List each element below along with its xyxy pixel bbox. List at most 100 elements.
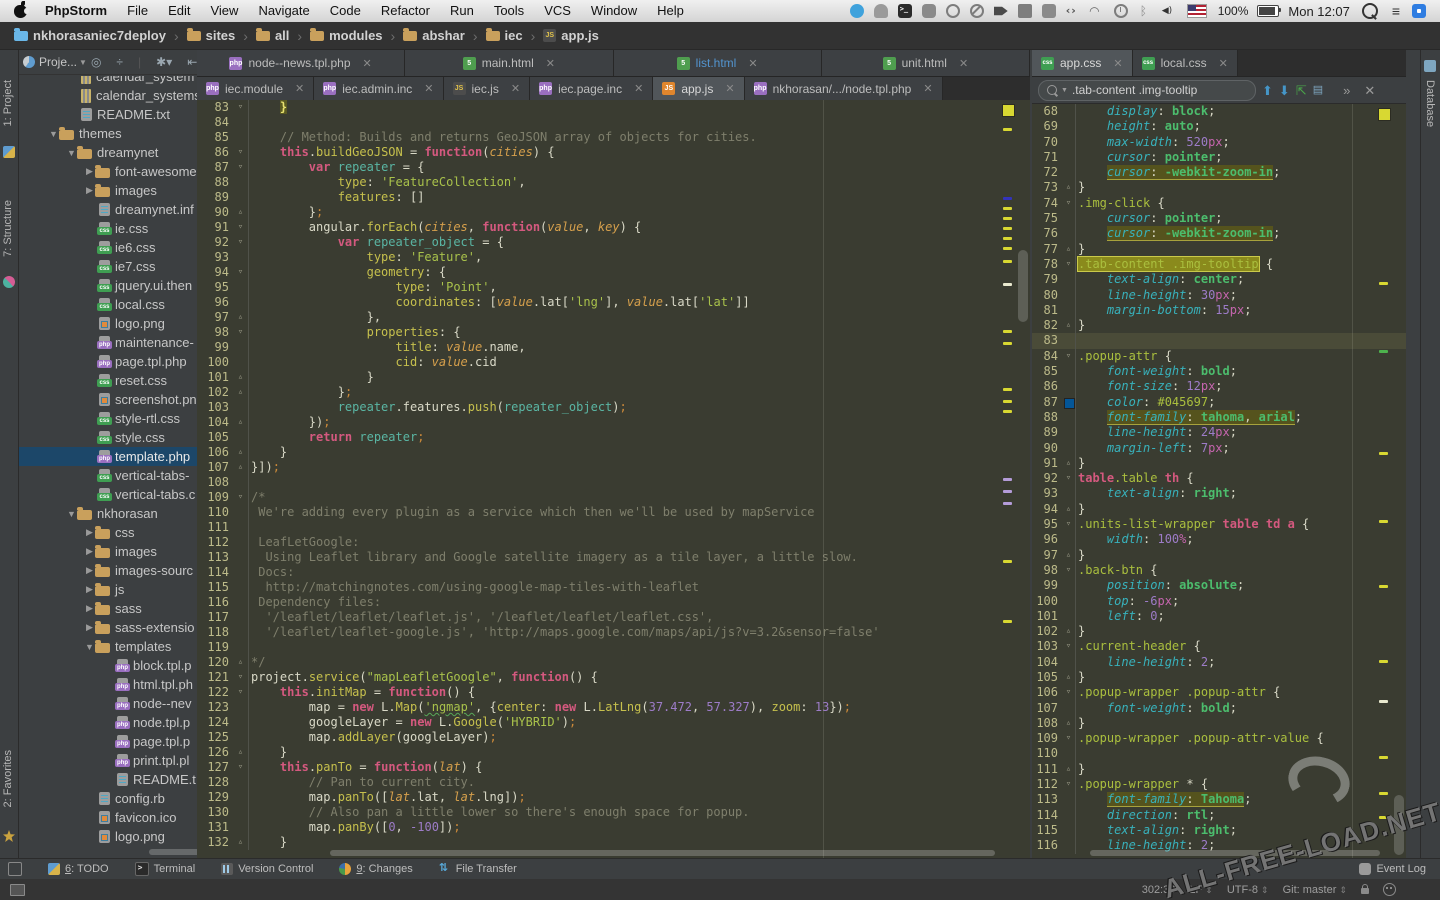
- fold-marker-icon[interactable]: ▿: [1062, 257, 1076, 272]
- tree-expander-icon[interactable]: ▶: [84, 527, 95, 538]
- fold-marker-icon[interactable]: ▿: [1062, 563, 1076, 578]
- fold-marker-icon[interactable]: [1062, 441, 1076, 456]
- bt-icon[interactable]: [1138, 4, 1152, 18]
- tree-item[interactable]: ▼templates: [19, 637, 197, 656]
- apple-menu-icon[interactable]: [14, 5, 27, 18]
- tree-item[interactable]: reset.css: [19, 371, 197, 390]
- tree-item[interactable]: ▶js: [19, 580, 197, 599]
- tree-item[interactable]: node.tpl.p: [19, 713, 197, 732]
- tree-item[interactable]: config.rb: [19, 789, 197, 808]
- fold-marker-icon[interactable]: ▿: [1062, 196, 1076, 211]
- history-icon[interactable]: [1114, 4, 1128, 18]
- fold-marker-icon[interactable]: ▵: [233, 745, 249, 760]
- fold-marker-icon[interactable]: ▵: [233, 445, 249, 460]
- main-code-editor[interactable]: 83▿ }8485 // Method: Builds and returns …: [197, 100, 1030, 858]
- menu-refactor[interactable]: Refactor: [371, 0, 440, 22]
- fold-marker-icon[interactable]: ▿: [233, 325, 249, 340]
- app-menulet-icon[interactable]: [1412, 4, 1426, 18]
- tree-item[interactable]: calendar_systems: [19, 86, 197, 105]
- editor-tab-nkhorasan-...-node.tpl.php[interactable]: nkhorasan/.../node.tpl.php✕: [745, 77, 943, 100]
- close-search-icon[interactable]: ✕: [1364, 84, 1375, 97]
- fold-marker-icon[interactable]: ▿: [1062, 517, 1076, 532]
- fold-marker-icon[interactable]: [1062, 425, 1076, 440]
- fold-marker-icon[interactable]: ▵: [1062, 502, 1076, 517]
- fold-marker-icon[interactable]: [233, 130, 249, 145]
- fold-marker-icon[interactable]: [233, 820, 249, 835]
- evernote-icon[interactable]: [922, 4, 936, 18]
- fold-marker-icon[interactable]: [1062, 272, 1076, 287]
- editor-tab-node--news.tpl.php[interactable]: node--news.tpl.php✕: [197, 50, 405, 76]
- tool-window-button-9-changes[interactable]: 9: Changes: [339, 862, 412, 876]
- fold-marker-icon[interactable]: ▿: [1062, 349, 1076, 364]
- fold-marker-icon[interactable]: [1062, 808, 1076, 823]
- menubar-clock[interactable]: Mon 12:07: [1288, 4, 1349, 19]
- menu-tools[interactable]: Tools: [484, 0, 534, 22]
- inspection-status-icon[interactable]: [1002, 104, 1015, 117]
- fold-marker-icon[interactable]: ▿: [233, 220, 249, 235]
- fold-marker-icon[interactable]: ▵: [1062, 624, 1076, 639]
- editor-tab-unit.html[interactable]: unit.html✕: [822, 50, 1030, 76]
- fold-marker-icon[interactable]: [1062, 410, 1076, 425]
- fold-marker-icon[interactable]: [1062, 395, 1076, 410]
- fold-marker-icon[interactable]: [1062, 288, 1076, 303]
- fold-marker-icon[interactable]: [233, 580, 249, 595]
- breadcrumb-item[interactable]: iec: [482, 28, 527, 43]
- status-monitor-icon[interactable]: [10, 884, 25, 896]
- fold-marker-icon[interactable]: ▿: [233, 265, 249, 280]
- breadcrumb-item[interactable]: all: [252, 28, 293, 43]
- fold-marker-icon[interactable]: [1062, 594, 1076, 609]
- tree-item[interactable]: ▶images: [19, 542, 197, 561]
- tree-item[interactable]: ▶sass-extensio: [19, 618, 197, 637]
- fold-marker-icon[interactable]: ▵: [233, 655, 249, 670]
- find-next-icon[interactable]: ⬇: [1279, 84, 1290, 97]
- fold-marker-icon[interactable]: [1062, 303, 1076, 318]
- event-log-button[interactable]: Event Log: [1359, 863, 1426, 875]
- error-stripe[interactable]: [1002, 100, 1016, 858]
- fold-marker-icon[interactable]: ▿: [233, 490, 249, 505]
- bell-icon[interactable]: [874, 4, 888, 18]
- hide-panel-icon[interactable]: ⇤: [187, 55, 197, 69]
- fold-marker-icon[interactable]: [1062, 226, 1076, 241]
- fold-marker-icon[interactable]: ▿: [1062, 731, 1076, 746]
- fold-marker-icon[interactable]: [1062, 364, 1076, 379]
- fold-marker-icon[interactable]: [233, 805, 249, 820]
- tree-item[interactable]: node--nev: [19, 694, 197, 713]
- fold-marker-icon[interactable]: [233, 565, 249, 580]
- database-tool-icon[interactable]: [1424, 60, 1436, 72]
- tree-expander-icon[interactable]: ▶: [84, 546, 95, 557]
- select-all-occurrences-icon[interactable]: ▤: [1313, 85, 1323, 96]
- export-matches-icon[interactable]: ⇱: [1296, 84, 1307, 97]
- editor-tab-iec.admin.inc[interactable]: iec.admin.inc✕: [314, 77, 443, 100]
- fold-marker-icon[interactable]: ▵: [233, 415, 249, 430]
- tree-expander-icon[interactable]: ▶: [84, 603, 95, 614]
- fold-marker-icon[interactable]: [1062, 823, 1076, 838]
- find-previous-icon[interactable]: ⬆: [1262, 84, 1273, 97]
- fold-marker-icon[interactable]: [1062, 486, 1076, 501]
- fold-marker-icon[interactable]: [233, 175, 249, 190]
- tree-hscrollbar[interactable]: [149, 849, 198, 855]
- fold-marker-icon[interactable]: ▵: [1062, 762, 1076, 777]
- tree-item[interactable]: ▼nkhorasan: [19, 504, 197, 523]
- tree-item[interactable]: README.txt: [19, 105, 197, 124]
- locate-icon[interactable]: ◎: [91, 55, 101, 69]
- spotlight-icon[interactable]: [1362, 3, 1378, 19]
- tree-item[interactable]: local.css: [19, 295, 197, 314]
- close-tab-icon[interactable]: ✕: [1219, 57, 1228, 70]
- menu-phpstorm[interactable]: PhpStorm: [35, 0, 117, 22]
- tree-expander-icon[interactable]: ▼: [66, 509, 77, 519]
- search-options-chevron-icon[interactable]: ▼: [1061, 87, 1068, 94]
- fold-marker-icon[interactable]: [233, 355, 249, 370]
- window-toggle-icon[interactable]: [8, 862, 22, 876]
- project-scope-icon[interactable]: [23, 56, 35, 68]
- fold-marker-icon[interactable]: [1062, 104, 1076, 119]
- fold-marker-icon[interactable]: [233, 730, 249, 745]
- tree-item[interactable]: vertical-tabs.c: [19, 485, 197, 504]
- chat-icon[interactable]: [1042, 4, 1056, 18]
- fold-marker-icon[interactable]: [233, 505, 249, 520]
- globe-icon[interactable]: [946, 4, 960, 18]
- shuttle-icon[interactable]: [994, 4, 1008, 18]
- menu-code[interactable]: Code: [320, 0, 371, 22]
- caret-position[interactable]: 302:38: [1142, 884, 1176, 896]
- file-encoding[interactable]: UTF-8 ⇕: [1227, 884, 1269, 896]
- tree-item[interactable]: style-rtl.css: [19, 409, 197, 428]
